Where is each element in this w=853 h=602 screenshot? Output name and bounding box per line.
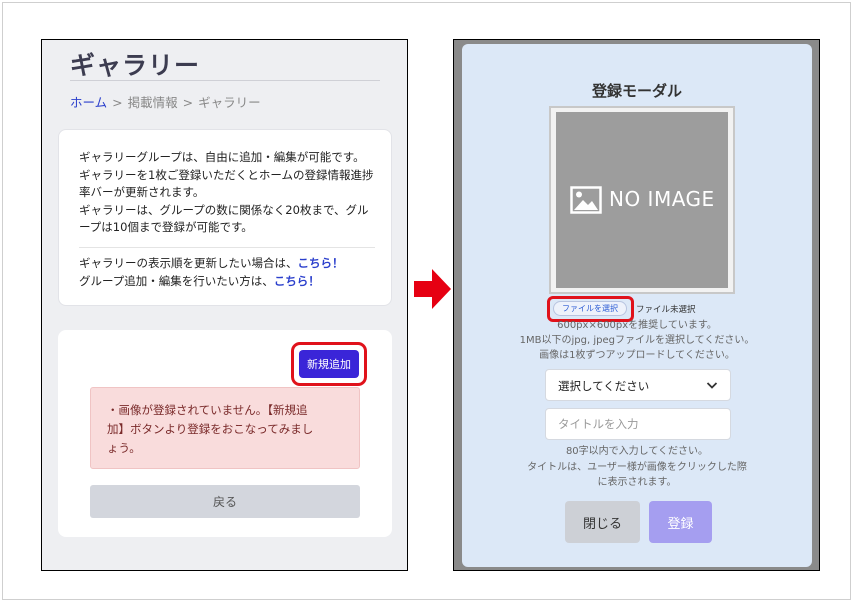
alert-line: ょう。: [107, 441, 141, 455]
arrow-right-icon: [414, 269, 451, 309]
alert-line: 加】ボタンより登録をおこなってみまし: [107, 422, 314, 436]
sort-order-text: ギャラリーの表示順を更新したい場合は、: [79, 256, 298, 270]
image-icon: [570, 186, 602, 214]
group-edit-text: グループ追加・編集を行いたい方は、: [79, 274, 274, 288]
new-add-button[interactable]: 新規追加: [299, 350, 359, 378]
info-divider: [79, 247, 375, 248]
no-image-text: NO IMAGE: [609, 187, 715, 211]
sort-order-line: ギャラリーの表示順を更新したい場合は、こちら！: [79, 254, 379, 272]
help-line: 80字以内で入力してください。: [565, 446, 709, 457]
file-status: ファイル未選択: [636, 305, 696, 315]
close-button[interactable]: 閉じる: [565, 501, 640, 543]
select-value: 選択してください: [558, 379, 650, 393]
help-line: 画像は1枚ずつアップロードしてください。: [539, 350, 735, 361]
alert-line: ・画像が登録されていません。【新規追: [107, 403, 308, 417]
group-edit-link[interactable]: こちら！: [274, 274, 320, 288]
new-button-highlight: 新規追加: [291, 342, 367, 386]
figure-frame: ギャラリー ホーム > 掲載情報 > ギャラリー ギャラリーグループは、自由に追加・編集…: [2, 2, 851, 600]
gallery-card: 新規追加 ・画像が登録されていません。【新規追 加】ボタンより登録をおこなってみ…: [58, 330, 392, 537]
empty-alert: ・画像が登録されていません。【新規追 加】ボタンより登録をおこなってみまし ょう…: [90, 387, 360, 469]
info-line: ギャラリーは、グループの数に関係なく20枚まで、グル: [79, 202, 369, 217]
back-button[interactable]: 戻る: [90, 485, 360, 518]
info-line: 率バーが更新されます。: [79, 185, 205, 199]
image-help-text: 600px×600pxを推奨しています。 1MB以下のjpg, jpegファイル…: [462, 318, 812, 363]
breadcrumb-separator: >: [182, 95, 194, 110]
register-modal-screen: 登録モーダル NO IMAGE ファイルを選択 ファイル未選択 600px×60…: [453, 39, 820, 571]
info-line: ギャラリーを1枚ご登録いただくとホームの登録情報進捗: [79, 167, 374, 182]
info-paragraph: ギャラリーグループは、自由に追加・編集が可能です。 ギャラリーを1枚ご登録いただ…: [79, 149, 379, 237]
no-image-placeholder: NO IMAGE: [556, 112, 728, 288]
title-input[interactable]: [545, 408, 731, 440]
breadcrumb-home-link[interactable]: ホーム: [70, 95, 107, 110]
group-select[interactable]: 選択してください: [545, 369, 731, 401]
group-edit-line: グループ追加・編集を行いたい方は、こちら！: [79, 272, 379, 290]
choose-file-button[interactable]: ファイルを選択: [553, 301, 627, 316]
info-card: ギャラリーグループは、自由に追加・編集が可能です。 ギャラリーを1枚ご登録いただ…: [58, 129, 392, 306]
chevron-down-icon: [706, 382, 718, 389]
breadcrumb-section[interactable]: 掲載情報: [128, 95, 178, 110]
info-line: ギャラリーグループは、自由に追加・編集が可能です。: [79, 150, 365, 164]
gallery-page-screen: ギャラリー ホーム > 掲載情報 > ギャラリー ギャラリーグループは、自由に追加・編集…: [41, 39, 408, 571]
sort-order-link[interactable]: こちら！: [298, 256, 344, 270]
breadcrumb-current: ギャラリー: [198, 95, 261, 110]
page-title: ギャラリー: [70, 51, 201, 80]
title-divider: [70, 80, 380, 81]
image-preview: NO IMAGE: [549, 106, 735, 294]
help-line: に表示されます。: [597, 477, 677, 488]
title-help-text: 80字以内で入力してください。 タイトルは、ユーザー様が画像をクリックした際 に…: [462, 444, 812, 491]
breadcrumb-separator: >: [112, 95, 123, 110]
help-line: 600px×600pxを推奨しています。: [557, 320, 717, 331]
modal-title: 登録モーダル: [591, 82, 682, 100]
help-line: タイトルは、ユーザー様が画像をクリックした際: [527, 461, 747, 473]
register-modal: 登録モーダル NO IMAGE ファイルを選択 ファイル未選択 600px×60…: [462, 44, 812, 567]
file-input-row: ファイルを選択 ファイル未選択: [547, 296, 754, 322]
breadcrumb: ホーム > 掲載情報 > ギャラリー: [70, 92, 261, 111]
info-line: ープは10個まで登録が可能です。: [79, 220, 253, 234]
info-links: ギャラリーの表示順を更新したい場合は、こちら！ グループ追加・編集を行いたい方は…: [79, 254, 379, 290]
alert-message: ・画像が登録されていません。【新規追 加】ボタンより登録をおこなってみまし ょう…: [107, 401, 347, 458]
help-line: 1MB以下のjpg, jpegファイルを選択してください。: [519, 335, 755, 346]
register-button[interactable]: 登録: [649, 501, 712, 543]
